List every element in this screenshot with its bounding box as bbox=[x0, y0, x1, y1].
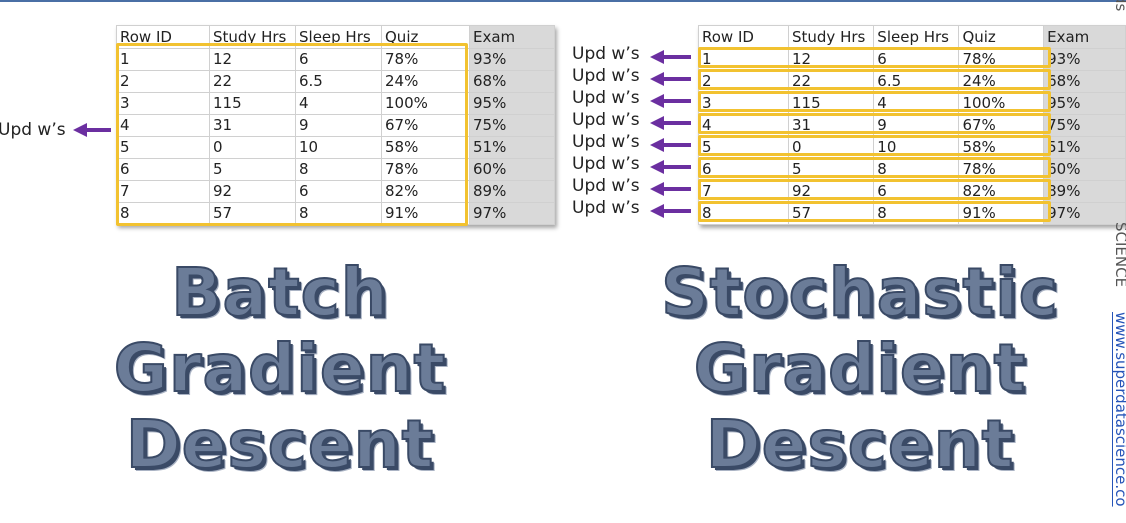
title-line: Batch bbox=[170, 254, 389, 332]
batch-arrow-icon bbox=[73, 123, 111, 137]
sgd-update-label: Upd w’s bbox=[572, 88, 640, 108]
table-cell: 89% bbox=[469, 180, 555, 203]
sgd-arrow-icon bbox=[650, 72, 691, 86]
header-exam: Exam bbox=[469, 25, 555, 49]
header-study-hrs: Study Hrs bbox=[787, 25, 875, 49]
edge-top-fragment: ds bbox=[1112, 0, 1126, 12]
title-line: Stochastic bbox=[660, 254, 1059, 332]
header-exam: Exam bbox=[1043, 25, 1126, 49]
title-line: Gradient bbox=[693, 330, 1027, 408]
batch-highlight-box bbox=[116, 43, 468, 226]
batch-gd-title: Batch Gradient Descent bbox=[90, 254, 470, 484]
table-cell: 75% bbox=[1043, 114, 1126, 137]
table-cell: 95% bbox=[469, 92, 555, 115]
title-line: Gradient bbox=[113, 330, 447, 408]
title-line: Descent bbox=[705, 406, 1015, 484]
table-cell: 51% bbox=[469, 136, 555, 159]
sgd-row-highlight bbox=[698, 135, 1051, 156]
sgd-arrow-icon bbox=[650, 160, 691, 174]
sgd-update-label: Upd w’s bbox=[572, 66, 640, 86]
sgd-row-highlight bbox=[698, 157, 1051, 178]
stochastic-gd-title: Stochastic Gradient Descent bbox=[650, 254, 1070, 484]
sgd-arrow-icon bbox=[650, 50, 691, 64]
sgd-row-highlight bbox=[698, 69, 1051, 90]
header-sleep-hrs: Sleep Hrs bbox=[873, 25, 960, 49]
edge-watermark: ds bbox=[1112, 0, 1126, 11]
sgd-arrow-icon bbox=[650, 182, 691, 196]
sgd-row-highlight bbox=[698, 47, 1051, 68]
table-cell: 68% bbox=[1043, 70, 1126, 93]
table-cell: 93% bbox=[1043, 48, 1126, 71]
top-border-line bbox=[0, 0, 1126, 2]
table-cell: 75% bbox=[469, 114, 555, 137]
edge-science-text: SCIENCE bbox=[1112, 222, 1126, 287]
sgd-update-label: Upd w’s bbox=[572, 110, 640, 130]
sgd-arrow-icon bbox=[650, 138, 691, 152]
table-cell: 68% bbox=[469, 70, 555, 93]
sgd-row-highlight bbox=[698, 179, 1051, 200]
sgd-update-label: Upd w’s bbox=[572, 44, 640, 64]
sgd-update-label: Upd w’s bbox=[572, 176, 640, 196]
sgd-update-label: Upd w’s bbox=[572, 154, 640, 174]
sgd-update-label: Upd w’s bbox=[572, 198, 640, 218]
header-row-id: Row ID bbox=[698, 25, 789, 49]
table-cell: 60% bbox=[1043, 158, 1126, 181]
table-header-row: Row ID Study Hrs Sleep Hrs Quiz Exam bbox=[698, 25, 1126, 49]
table-cell: 93% bbox=[469, 48, 555, 71]
sgd-arrow-icon bbox=[650, 204, 691, 218]
title-line: Descent bbox=[125, 406, 435, 484]
website-link[interactable]: www.superdatascience.co bbox=[1112, 312, 1126, 507]
sgd-row-highlight bbox=[698, 113, 1051, 134]
table-cell: 51% bbox=[1043, 136, 1126, 159]
edge-link[interactable]: www.superdatascience.co bbox=[1112, 312, 1126, 507]
table-cell: 60% bbox=[469, 158, 555, 181]
batch-update-label: Upd w’s bbox=[0, 120, 66, 140]
sgd-row-highlight bbox=[698, 91, 1051, 112]
header-quiz: Quiz bbox=[958, 25, 1045, 49]
sgd-arrow-icon bbox=[650, 94, 691, 108]
sgd-row-highlight bbox=[698, 201, 1051, 222]
table-cell: 97% bbox=[469, 202, 555, 225]
table-cell: 95% bbox=[1043, 92, 1126, 115]
edge-middle-fragment: SCIENCE bbox=[1112, 222, 1126, 288]
sgd-arrow-icon bbox=[650, 116, 691, 130]
table-cell: 89% bbox=[1043, 180, 1126, 203]
sgd-update-label: Upd w’s bbox=[572, 132, 640, 152]
